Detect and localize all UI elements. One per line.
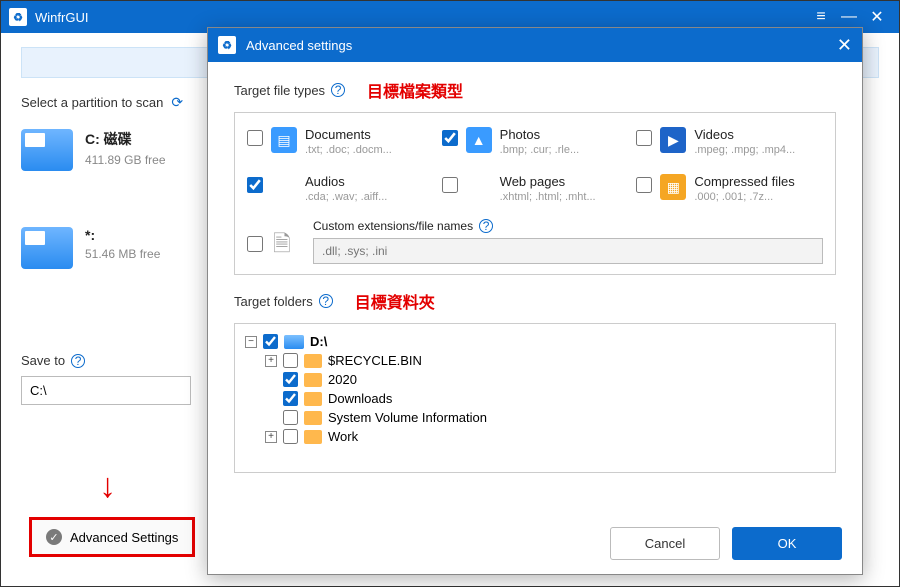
folder-label: 2020 — [328, 372, 357, 387]
folder-label: Work — [328, 429, 358, 444]
target-folders-label: Target folders — [234, 294, 313, 309]
folder-label: $RECYCLE.BIN — [328, 353, 422, 368]
annotation-types: 目標檔案類型 — [367, 78, 463, 102]
app-logo-icon: ♻ — [9, 8, 27, 26]
custom-extensions-label: Custom extensions/file names — [313, 219, 473, 233]
folder-checkbox[interactable] — [283, 353, 298, 368]
video-icon: ▶ — [660, 127, 686, 153]
drive-size: 411.89 GB free — [85, 153, 166, 167]
compressed-checkbox[interactable] — [636, 177, 652, 193]
drive-icon — [21, 227, 73, 269]
advanced-settings-label: Advanced Settings — [70, 530, 178, 545]
photos-checkbox[interactable] — [442, 130, 458, 146]
filetype-documents[interactable]: ▤ Documents.txt; .doc; .docm... — [247, 127, 434, 156]
folder-icon — [304, 430, 322, 444]
tree-root[interactable]: − D:\ — [245, 332, 825, 351]
dialog-footer: Cancel OK — [208, 517, 862, 574]
ok-button[interactable]: OK — [732, 527, 842, 560]
tree-item[interactable]: + Work — [245, 427, 825, 446]
custom-checkbox[interactable] — [247, 236, 263, 252]
cancel-button[interactable]: Cancel — [610, 527, 720, 560]
help-icon[interactable]: ? — [319, 294, 333, 308]
folder-icon — [304, 411, 322, 425]
document-icon: ▤ — [271, 127, 297, 153]
expand-icon[interactable]: + — [265, 355, 277, 367]
filetype-compressed[interactable]: ▦ Compressed files.000; .001; .7z... — [636, 174, 823, 203]
filetype-photos[interactable]: ▲ Photos.bmp; .cur; .rle... — [442, 127, 629, 156]
refresh-icon[interactable]: ⟳ — [171, 94, 183, 111]
app-logo-icon: ♻ — [218, 36, 236, 54]
root-checkbox[interactable] — [263, 334, 278, 349]
drive-icon — [21, 129, 73, 171]
audio-icon: ♪ — [271, 174, 297, 200]
advanced-settings-button[interactable]: ✓ Advanced Settings — [29, 517, 195, 557]
drive-size: 51.46 MB free — [85, 247, 160, 261]
archive-icon: ▦ — [660, 174, 686, 200]
webpages-checkbox[interactable] — [442, 177, 458, 193]
menu-icon[interactable]: ≡ — [807, 8, 835, 26]
custom-extensions-input[interactable] — [313, 238, 823, 264]
partition-item[interactable]: C: 磁碟 411.89 GB free — [21, 129, 166, 171]
tree-root-label: D:\ — [310, 334, 327, 349]
tree-item[interactable]: Downloads — [245, 389, 825, 408]
annotation-arrow-icon: ↓ — [99, 467, 116, 506]
tree-item[interactable]: + $RECYCLE.BIN — [245, 351, 825, 370]
documents-checkbox[interactable] — [247, 130, 263, 146]
folder-checkbox[interactable] — [283, 391, 298, 406]
dialog-titlebar: ♻ Advanced settings ✕ — [208, 28, 862, 62]
file-types-panel: ▤ Documents.txt; .doc; .docm... ▲ Photos… — [234, 112, 836, 275]
drive-icon — [284, 335, 304, 349]
check-icon: ✓ — [46, 529, 62, 545]
folder-icon — [304, 392, 322, 406]
filetype-webpages[interactable]: e Web pages.xhtml; .html; .mht... — [442, 174, 629, 203]
minimize-icon[interactable]: — — [835, 8, 863, 26]
target-file-types-label: Target file types — [234, 83, 325, 98]
help-icon[interactable]: ? — [479, 219, 493, 233]
annotation-folders: 目標資料夾 — [355, 289, 435, 313]
advanced-settings-dialog: ♻ Advanced settings ✕ Target file types … — [207, 27, 863, 575]
save-to-input[interactable] — [21, 376, 191, 405]
partition-item[interactable]: *: 51.46 MB free — [21, 227, 166, 269]
folders-tree[interactable]: − D:\ + $RECYCLE.BIN 2020 Do — [234, 323, 836, 473]
expand-icon[interactable]: + — [265, 431, 277, 443]
tree-item[interactable]: System Volume Information — [245, 408, 825, 427]
folder-checkbox[interactable] — [283, 429, 298, 444]
close-icon[interactable]: ✕ — [863, 7, 891, 27]
expand-spacer — [265, 412, 277, 424]
dialog-title: Advanced settings — [246, 38, 352, 53]
help-icon[interactable]: ? — [71, 354, 85, 368]
videos-checkbox[interactable] — [636, 130, 652, 146]
select-partition-label: Select a partition to scan — [21, 95, 163, 110]
help-icon[interactable]: ? — [331, 83, 345, 97]
dialog-close-icon[interactable]: ✕ — [837, 35, 852, 56]
expand-spacer — [265, 393, 277, 405]
drive-name: C: 磁碟 — [85, 129, 166, 149]
collapse-icon[interactable]: − — [245, 336, 257, 348]
tree-item[interactable]: 2020 — [245, 370, 825, 389]
drive-name: *: — [85, 227, 160, 243]
filetype-videos[interactable]: ▶ Videos.mpeg; .mpg; .mp4... — [636, 127, 823, 156]
save-to-label: Save to — [21, 353, 65, 368]
expand-spacer — [265, 374, 277, 386]
app-title: WinfrGUI — [35, 10, 88, 25]
folder-icon — [304, 373, 322, 387]
folder-checkbox[interactable] — [283, 372, 298, 387]
folder-label: Downloads — [328, 391, 392, 406]
folder-label: System Volume Information — [328, 410, 487, 425]
folder-checkbox[interactable] — [283, 410, 298, 425]
files-icon: 🗎 — [273, 227, 303, 257]
photo-icon: ▲ — [466, 127, 492, 153]
folder-icon — [304, 354, 322, 368]
web-icon: e — [466, 174, 492, 200]
audios-checkbox[interactable] — [247, 177, 263, 193]
filetype-audios[interactable]: ♪ Audios.cda; .wav; .aiff... — [247, 174, 434, 203]
custom-extensions-row: 🗎 Custom extensions/file names? — [247, 219, 823, 264]
